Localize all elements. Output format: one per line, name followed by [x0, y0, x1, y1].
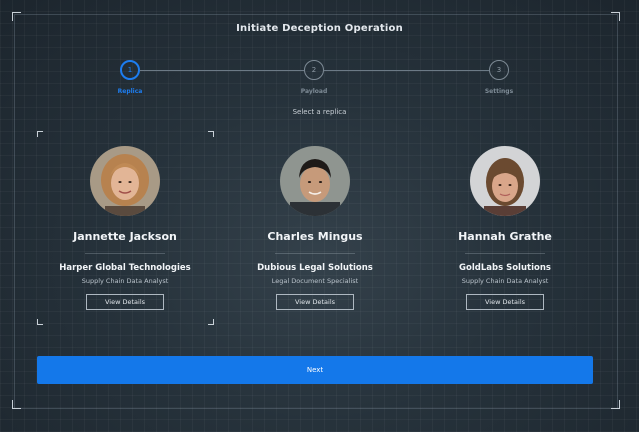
- replica-name: Charles Mingus: [267, 230, 363, 243]
- replica-name: Hannah Grathe: [458, 230, 552, 243]
- step-3-label: Settings: [484, 88, 514, 95]
- avatar: [280, 146, 350, 216]
- select-prompt: Select a replica: [292, 108, 347, 116]
- replica-company: Dubious Legal Solutions: [257, 263, 373, 273]
- avatar: [90, 146, 160, 216]
- step-2-label: Payload: [300, 88, 328, 95]
- step-3-circle[interactable]: 3: [489, 60, 509, 80]
- view-details-button[interactable]: View Details: [276, 294, 354, 310]
- view-details-button[interactable]: View Details: [466, 294, 544, 310]
- selection-corner-top-left: [37, 131, 43, 137]
- card-divider: [275, 253, 355, 254]
- frame-corner-top-right: [611, 12, 620, 21]
- replica-card-jannette[interactable]: Jannette Jackson Harper Global Technolog…: [35, 140, 215, 310]
- replica-role: Supply Chain Data Analyst: [81, 277, 169, 285]
- selection-corner-bottom-right: [208, 319, 214, 325]
- avatar: [470, 146, 540, 216]
- stepper-line-2: [324, 70, 489, 71]
- portrait-woman-icon: [470, 146, 540, 216]
- dialog-title: Initiate Deception Operation: [236, 23, 403, 34]
- replica-card-charles[interactable]: Charles Mingus Dubious Legal Solutions L…: [225, 140, 405, 310]
- selection-corner-top-right: [208, 131, 214, 137]
- portrait-man-icon: [280, 146, 350, 216]
- step-1-label: Replica: [117, 88, 143, 95]
- replica-role: Supply Chain Data Analyst: [461, 277, 549, 285]
- step-2-circle[interactable]: 2: [304, 60, 324, 80]
- frame-corner-bottom-right: [611, 400, 620, 409]
- stepper-line-1: [140, 70, 304, 71]
- replica-card-hannah[interactable]: Hannah Grathe GoldLabs Solutions Supply …: [415, 140, 595, 310]
- replica-role: Legal Document Specialist: [271, 277, 359, 285]
- view-details-button[interactable]: View Details: [86, 294, 164, 310]
- portrait-woman-icon: [90, 146, 160, 216]
- replica-company: Harper Global Technologies: [59, 263, 191, 273]
- replica-company: GoldLabs Solutions: [459, 263, 551, 273]
- frame-corner-bottom-left: [12, 400, 21, 409]
- frame-corner-top-left: [12, 12, 21, 21]
- next-button[interactable]: Next: [37, 356, 593, 384]
- replica-name: Jannette Jackson: [73, 230, 177, 243]
- card-divider: [465, 253, 545, 254]
- selection-corner-bottom-left: [37, 319, 43, 325]
- step-1-circle[interactable]: 1: [120, 60, 140, 80]
- card-divider: [85, 253, 165, 254]
